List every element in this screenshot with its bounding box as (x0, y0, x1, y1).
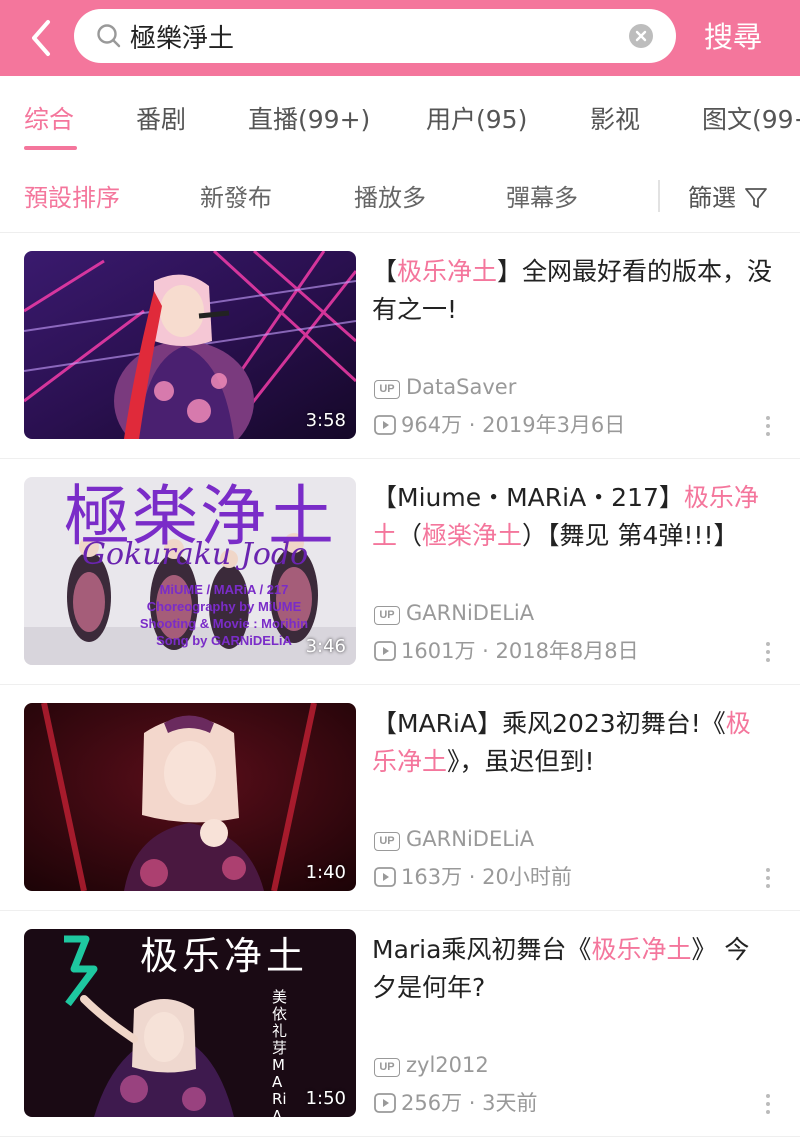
filter-funnel-icon (745, 188, 767, 208)
publish-date: 2018年8月8日 (495, 639, 639, 663)
title-text: （ (397, 521, 423, 550)
thumbnail-side-text: 美依礼芽MARiA (272, 988, 288, 1118)
publish-date: 20小时前 (482, 865, 572, 889)
tab-comprehensive[interactable]: 综合 (24, 100, 74, 136)
tab-live[interactable]: 直播(99+) (248, 100, 370, 136)
back-arrow-icon (32, 20, 50, 56)
back-button[interactable] (22, 16, 62, 60)
view-count: 256万 (401, 1091, 463, 1115)
uploader-name: DataSaver (406, 375, 517, 399)
title-text: ）【舞见 第4弹!!!】 (522, 521, 739, 550)
thumbnail-title-text: 极乐净土 (140, 934, 309, 978)
video-title: 【MARiA】乘风2023初舞台!《极乐净土》，虽迟但到! (372, 705, 774, 781)
video-stats: 964万 · 2019年3月6日 (374, 409, 625, 439)
title-text: 》，虽迟但到! (447, 747, 595, 776)
video-thumbnail[interactable]: 极乐净土 美依礼芽MARiA 1:50 (24, 929, 356, 1117)
video-card[interactable]: 1:40 【MARiA】乘风2023初舞台!《极乐净土》，虽迟但到! UP GAR… (0, 685, 800, 911)
category-tabs: 综合 番剧 直播(99+) 用户(95) 影视 图文(99+ (0, 78, 800, 158)
filter-label: 篩選 (688, 184, 736, 212)
play-count-icon (374, 867, 396, 887)
up-badge-icon: UP (374, 380, 400, 399)
tab-articles[interactable]: 图文(99+ (702, 100, 800, 136)
video-title: 【Miume・MARiA・217】极乐净土（極楽浄土）【舞见 第4弹!!!】 (372, 479, 774, 555)
search-input[interactable] (130, 17, 600, 55)
search-header: 搜尋 (0, 0, 800, 76)
play-count-icon (374, 641, 396, 661)
video-duration: 1:40 (305, 862, 346, 883)
credit-line: Shooting & Movie : Morihin (139, 616, 309, 631)
credit-line: MiUME / MARiA / 217 (159, 582, 289, 597)
uploader[interactable]: UP DataSaver (374, 375, 516, 399)
more-options-icon[interactable] (760, 413, 776, 441)
sort-most-played[interactable]: 播放多 (354, 178, 426, 213)
search-icon (97, 24, 121, 48)
video-title: Maria乘风初舞台《极乐净土》 今夕是何年? (372, 931, 774, 1007)
up-badge-icon: UP (374, 1058, 400, 1077)
uploader[interactable]: UP zyl2012 (374, 1053, 489, 1077)
clear-search-button[interactable] (628, 23, 654, 49)
video-thumbnail[interactable]: 1:40 (24, 703, 356, 891)
credit-line: Choreography by MiUME (146, 599, 302, 614)
title-highlight: 极乐净土 (591, 935, 692, 964)
more-options-icon[interactable] (760, 865, 776, 893)
title-highlight: 極楽浄土 (422, 521, 523, 550)
more-options-icon[interactable] (760, 1091, 776, 1119)
video-stats: 163万 · 20小时前 (374, 861, 572, 891)
title-text: 【 (372, 257, 398, 286)
sort-newest[interactable]: 新發布 (200, 178, 272, 213)
video-stats: 256万 · 3天前 (374, 1087, 538, 1117)
search-button[interactable]: 搜尋 (704, 14, 762, 60)
tab-users[interactable]: 用户(95) (426, 100, 527, 136)
uploader-name: GARNiDELiA (406, 827, 535, 851)
video-duration: 3:46 (305, 636, 346, 657)
up-badge-icon: UP (374, 832, 400, 851)
uploader[interactable]: UP GARNiDELiA (374, 601, 534, 625)
view-count: 964万 (401, 413, 463, 437)
video-duration: 3:58 (305, 410, 346, 431)
sort-bar: 預設排序 新發布 播放多 彈幕多 篩選 (0, 160, 800, 233)
video-duration: 1:50 (305, 1088, 346, 1109)
filter-button[interactable]: 篩選 (688, 178, 768, 213)
up-badge-icon: UP (374, 606, 400, 625)
video-thumbnail[interactable]: 3:58 (24, 251, 356, 439)
view-count: 1601万 (401, 639, 476, 663)
uploader[interactable]: UP GARNiDELiA (374, 827, 534, 851)
sort-divider (658, 180, 660, 212)
uploader-name: zyl2012 (406, 1053, 489, 1077)
publish-date: 3天前 (482, 1091, 538, 1115)
view-count: 163万 (401, 865, 463, 889)
play-count-icon (374, 415, 396, 435)
title-text: Maria乘风初舞台《 (372, 935, 592, 964)
search-box[interactable] (74, 9, 676, 63)
publish-date: 2019年3月6日 (482, 413, 626, 437)
title-highlight: 极乐净土 (397, 257, 498, 286)
uploader-name: GARNiDELiA (406, 601, 535, 625)
clear-icon (629, 24, 653, 48)
video-stats: 1601万 · 2018年8月8日 (374, 635, 639, 665)
sort-default[interactable]: 預設排序 (24, 178, 120, 213)
video-card[interactable]: 極楽浄土 Gokuraku Jodo MiUME / MARiA / 217 C… (0, 459, 800, 685)
active-tab-indicator (24, 146, 77, 150)
video-card[interactable]: 3:58 【极乐净土】全网最好看的版本，没有之一! UP DataSaver 96… (0, 233, 800, 459)
sort-most-danmaku[interactable]: 彈幕多 (506, 178, 578, 213)
play-count-icon (374, 1093, 396, 1113)
title-text: 【MARiA】乘风2023初舞台!《 (372, 709, 726, 738)
video-result-list: 3:58 【极乐净土】全网最好看的版本，没有之一! UP DataSaver 96… (0, 233, 800, 1137)
tab-film[interactable]: 影视 (590, 100, 640, 136)
title-text: 【Miume・MARiA・217】 (372, 483, 684, 512)
video-thumbnail[interactable]: 極楽浄土 Gokuraku Jodo MiUME / MARiA / 217 C… (24, 477, 356, 665)
video-title: 【极乐净土】全网最好看的版本，没有之一! (372, 253, 774, 329)
tab-anime[interactable]: 番剧 (136, 100, 186, 136)
thumbnail-subtitle-text: Gokuraku Jodo (82, 537, 309, 572)
more-options-icon[interactable] (760, 639, 776, 667)
video-card[interactable]: 极乐净土 美依礼芽MARiA 1:50 Maria乘风初舞台《极乐净土》 今夕是… (0, 911, 800, 1137)
